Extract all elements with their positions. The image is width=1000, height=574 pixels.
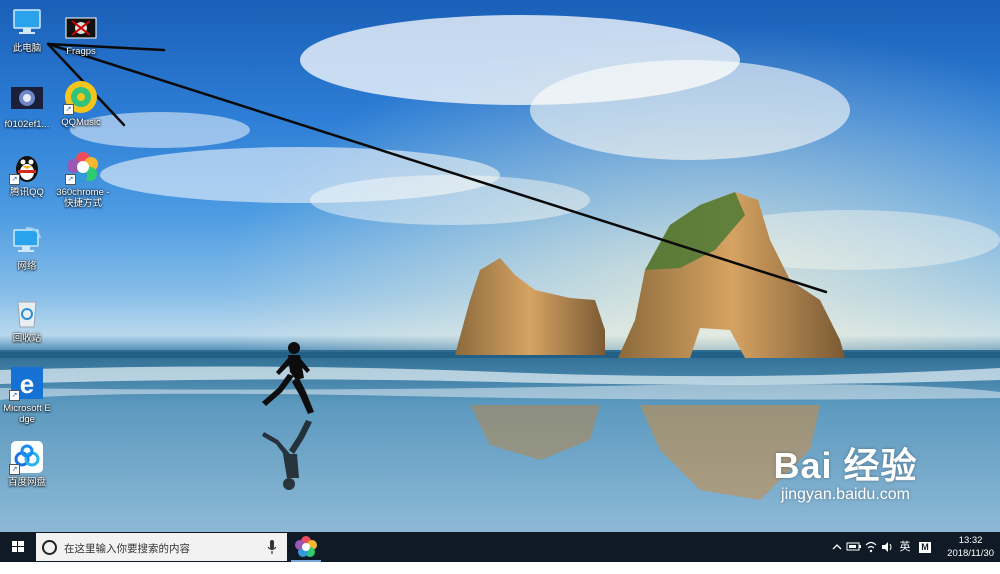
taskbar: 在这里输入你要搜索的内容 英 M 13:32 2018/11/30 xyxy=(0,532,1000,562)
ime-mode-indicator[interactable]: M xyxy=(918,532,932,562)
system-tray: 英 M 13:32 2018/11/30 xyxy=(830,532,1000,562)
this-pc-icon xyxy=(13,9,41,34)
taskbar-search-box[interactable]: 在这里输入你要搜索的内容 xyxy=(36,533,287,561)
desktop-icon-recycle-bin[interactable]: 回收站 xyxy=(1,296,53,344)
ime-language-indicator[interactable]: 英 xyxy=(898,532,912,562)
desktop-icon-network[interactable]: 网络 xyxy=(1,224,53,272)
desktop-icon-360chrome[interactable]: ↗ 360chrome - 快捷方式 xyxy=(55,150,111,209)
desktop-icon-label: 360chrome - 快捷方式 xyxy=(56,187,110,209)
clock[interactable]: 13:32 2018/11/30 xyxy=(947,534,994,560)
microphone-icon[interactable] xyxy=(267,539,277,555)
desktop-icon-fragps[interactable]: Fragps xyxy=(55,16,107,57)
desktop-icon-video-file[interactable]: f0102ef1... xyxy=(1,82,53,130)
cortana-circle-icon xyxy=(42,540,57,555)
ime-mode-label: M xyxy=(919,542,931,553)
360chrome-icon xyxy=(295,536,317,557)
desktop-icon-this-pc[interactable]: 此电脑 xyxy=(1,6,53,54)
desktop-icon-label: Microsoft Edge xyxy=(3,403,51,425)
svg-text:e: e xyxy=(20,369,34,399)
wifi-icon[interactable] xyxy=(864,532,878,562)
desktop: 此电脑 Fragps f0102ef1... ↗ QQMusic ↗ 腾讯QQ … xyxy=(0,0,1000,532)
shortcut-arrow-icon: ↗ xyxy=(63,104,74,115)
app-icon xyxy=(65,17,97,39)
search-placeholder: 在这里输入你要搜索的内容 xyxy=(64,543,190,555)
taskbar-app-360chrome[interactable] xyxy=(291,532,321,562)
network-icon xyxy=(13,227,41,252)
shortcut-arrow-icon: ↗ xyxy=(65,174,76,185)
start-button[interactable] xyxy=(0,532,36,562)
watermark-logo: Bai 经验 xyxy=(773,445,918,486)
desktop-icon-label: f0102ef1... xyxy=(4,119,50,130)
shortcut-arrow-icon: ↗ xyxy=(9,464,20,475)
desktop-icon-qq[interactable]: ↗ 腾讯QQ xyxy=(1,150,53,198)
battery-icon[interactable] xyxy=(846,532,862,562)
clock-time: 13:32 xyxy=(958,535,983,546)
shortcut-arrow-icon: ↗ xyxy=(9,174,20,185)
desktop-icon-label: 腾讯QQ xyxy=(10,187,44,198)
shortcut-arrow-icon: ↗ xyxy=(9,390,20,401)
watermark-url: jingyan.baidu.com xyxy=(781,486,910,503)
desktop-icon-label: 百度网盘 xyxy=(7,477,46,488)
video-file-icon xyxy=(11,87,43,109)
baidu-jingyan-watermark: Bai 经验 jingyan.baidu.com xyxy=(753,446,938,504)
recycle-bin-icon xyxy=(17,301,37,328)
windows-logo-icon xyxy=(12,541,24,552)
desktop-icon-label: 回收站 xyxy=(12,333,42,344)
desktop-icon-label: 此电脑 xyxy=(12,43,42,54)
desktop-icon-label: 网络 xyxy=(17,261,37,272)
volume-icon[interactable] xyxy=(880,532,894,562)
desktop-icon-edge[interactable]: e ↗ Microsoft Edge xyxy=(1,366,53,425)
desktop-icon-baidu-netdisk[interactable]: ↗ 百度网盘 xyxy=(1,440,53,488)
show-hidden-icons-chevron-icon[interactable] xyxy=(830,532,844,562)
desktop-icon-qqmusic[interactable]: ↗ QQMusic xyxy=(55,80,107,128)
clock-date: 2018/11/30 xyxy=(947,548,994,559)
desktop-icon-label: QQMusic xyxy=(61,117,101,128)
